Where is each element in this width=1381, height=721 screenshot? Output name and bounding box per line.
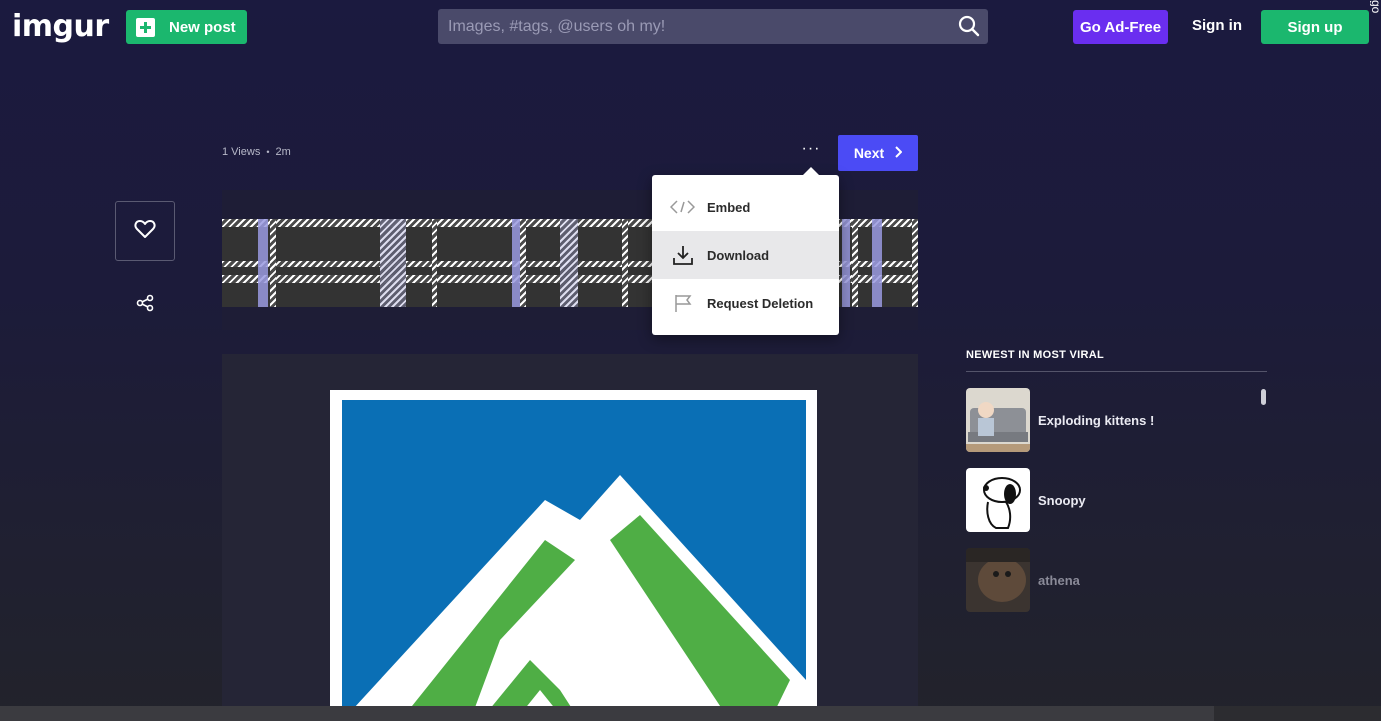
menu-item-label: Embed [707,199,751,215]
post-age: 2m [275,146,291,158]
search-input[interactable] [438,9,948,44]
menu-item-label: Download [707,247,770,263]
sidebar-title: NEWEST IN MOST VIRAL [966,349,1104,361]
sidebar-post-item[interactable]: Exploding kittens ! [966,388,1266,452]
share-icon [136,294,154,317]
more-options-menu: Embed Download Request Deletion [652,167,839,335]
sidebar-post-item[interactable]: Snoopy [966,468,1266,532]
next-post-button[interactable]: Next [838,135,918,171]
view-count: 1 Views [222,146,261,158]
sidebar-post-item[interactable]: athena [966,548,1266,612]
sidebar-divider [966,371,1267,372]
favorite-button[interactable] [115,201,175,261]
post-image-container [222,354,918,721]
post-thumbnail [966,548,1030,612]
menu-item-label: Request Deletion [707,295,814,311]
plus-icon [136,17,155,37]
post-image-logo [330,390,817,721]
sign-in-link[interactable]: Sign in [1192,17,1242,34]
meta-separator: • [266,147,270,157]
heart-icon [134,219,156,244]
edge-clipped-text: go [1370,0,1381,14]
post-meta: 1 Views • 2m [222,146,291,158]
menu-item-download[interactable]: Download [652,231,839,279]
top-header: imgur New post Go Ad-Free Sign in Sign u… [0,0,1381,56]
flag-icon [670,292,695,314]
post-title: Snoopy [1038,492,1086,508]
post-title: Exploding kittens ! [1038,412,1155,428]
download-icon [670,244,695,266]
scrollbar-thumb[interactable] [0,706,1214,721]
more-options-button[interactable]: ··· [800,141,822,162]
horizontal-scrollbar[interactable] [0,706,1381,721]
menu-item-request-deletion[interactable]: Request Deletion [652,279,839,327]
chevron-right-icon [894,145,903,161]
post-title: athena [1038,572,1080,588]
sign-up-button[interactable]: Sign up [1261,10,1369,44]
search-bar [438,9,988,44]
code-icon [670,196,695,218]
go-ad-free-button[interactable]: Go Ad-Free [1073,10,1168,44]
post-thumbnail [966,468,1030,532]
next-label: Next [853,145,885,161]
search-icon[interactable] [958,15,980,42]
post-thumbnail [966,388,1030,452]
new-post-button[interactable]: New post [126,10,247,44]
imgur-logo[interactable]: imgur [12,9,109,44]
menu-item-embed[interactable]: Embed [652,183,839,231]
new-post-label: New post [169,18,236,36]
share-button[interactable] [134,294,156,316]
